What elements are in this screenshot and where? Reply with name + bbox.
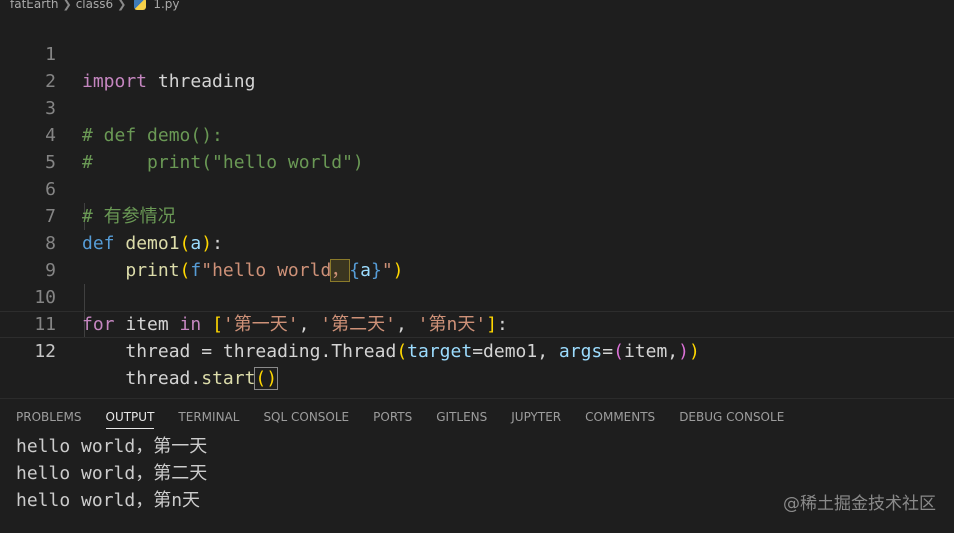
code-line[interactable]: 10 for item in ['第一天', '第二天', '第n天']: [0,257,954,335]
breadcrumb-folder-class6[interactable]: class6 [76,0,113,11]
matched-brackets: () [254,367,279,390]
code-token: item, [623,341,679,362]
output-view[interactable]: hello world，第一天 hello world，第二天 hello wo… [16,433,207,514]
tab-sql-console[interactable]: SQL CONSOLE [251,399,361,435]
tab-jupyter[interactable]: JUPYTER [499,399,573,435]
code-line[interactable]: 6 # 有参情况 [0,149,954,227]
code-token: threading [222,341,321,362]
breadcrumb-folder-fatearth[interactable]: fatEarth [10,0,58,11]
breadcrumb-file[interactable]: 1.py [153,0,179,11]
output-line: hello world，第n天 [16,490,201,511]
panel-tabs: PROBLEMS OUTPUT TERMINAL SQL CONSOLE POR… [0,399,796,435]
code-line[interactable]: 11 thread = threading.Thread(target=demo… [0,284,954,362]
code-token: thread [125,368,191,389]
python-file-icon [134,0,147,10]
code-token: ( [613,341,624,362]
code-line[interactable]: 7 def demo1(a): [0,176,954,254]
chevron-right-icon: ❯ [62,0,72,11]
code-token: . [190,368,202,389]
code-token: = [602,341,614,362]
code-token: args [558,341,603,362]
code-line-current[interactable]: 12 thread.start() [0,311,954,390]
output-line: hello world，第一天 [16,436,208,457]
code-token: =demo1, [472,341,559,362]
tab-comments[interactable]: COMMENTS [573,399,667,435]
code-line[interactable]: 4 # print("hello world") [0,95,954,173]
code-token: thread [125,341,191,362]
code-token: ( [396,341,408,362]
code-line[interactable]: 8 print(f"hello world，{a}") [0,203,954,282]
watermark: @稀土掘金技术社区 [783,494,936,514]
code-token: ) [688,341,700,362]
code-line[interactable]: 5 [0,122,954,173]
line-number: 12 [34,341,56,362]
tab-debug-console[interactable]: DEBUG CONSOLE [667,399,796,435]
code-token: ) [678,341,689,362]
tab-problems[interactable]: PROBLEMS [0,399,94,435]
breadcrumb: fatEarth ❯ class6 ❯ 1.py [10,0,180,11]
code-token: target [407,341,473,362]
code-line[interactable]: 1 import threading [0,14,954,92]
output-line: hello world，第二天 [16,463,208,484]
code-line[interactable]: 9 [0,230,954,281]
code-token: start [201,368,256,389]
code-token: . [320,341,332,362]
code-token: = [190,341,223,362]
code-line[interactable]: 3 # def demo(): [0,68,954,146]
code-line[interactable]: 2 [0,41,954,92]
tab-terminal[interactable]: TERMINAL [166,399,251,435]
tab-output[interactable]: OUTPUT [94,399,167,435]
tab-gitlens[interactable]: GITLENS [424,399,499,435]
tab-ports[interactable]: PORTS [361,399,424,435]
chevron-right-icon: ❯ [117,0,127,11]
code-token: Thread [331,341,397,362]
